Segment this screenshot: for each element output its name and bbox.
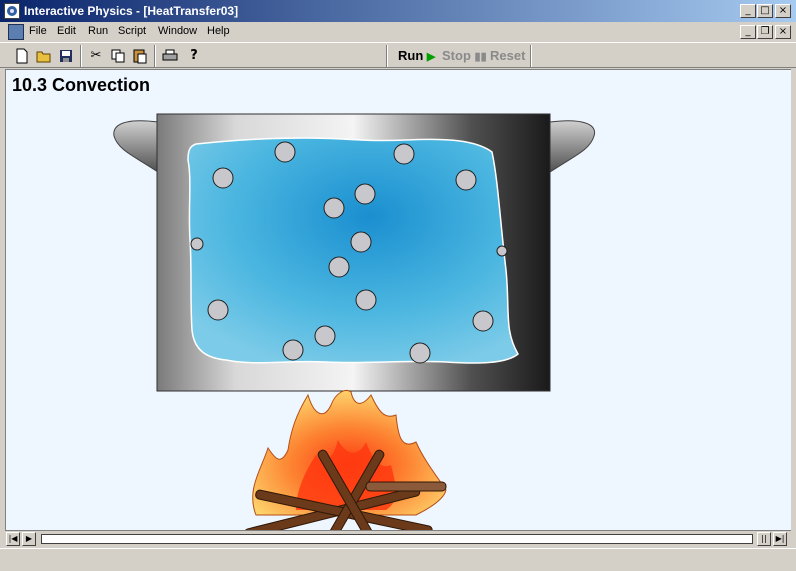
particle <box>328 256 350 278</box>
menu-script[interactable]: Script <box>118 25 146 37</box>
scroll-left-icon[interactable]: ▶ <box>22 532 36 546</box>
minimize-button[interactable]: _ <box>740 4 756 18</box>
campfire <box>244 390 447 530</box>
help-icon[interactable]: ? <box>184 46 204 66</box>
run-label: Run <box>398 48 424 63</box>
menu-help[interactable]: Help <box>207 25 230 37</box>
toolbar-separator <box>386 45 388 67</box>
particle <box>355 289 377 311</box>
stop-label: Stop <box>442 48 471 63</box>
pause-icon: ▮▮ <box>474 51 487 63</box>
play-icon: ▶ <box>426 51 436 63</box>
particle <box>472 310 494 332</box>
doc-restore-button[interactable]: ❐ <box>757 25 773 39</box>
pot-handle-left <box>113 120 159 173</box>
menu-edit[interactable]: Edit <box>57 25 76 37</box>
status-bar <box>0 548 796 571</box>
convection-scene <box>113 113 596 530</box>
particle <box>409 342 431 364</box>
menu-window[interactable]: Window <box>158 25 197 37</box>
particle <box>314 325 336 347</box>
scroll-track[interactable] <box>41 534 753 544</box>
particle <box>282 339 304 361</box>
menu-file[interactable]: File <box>29 25 47 37</box>
simulation-canvas[interactable]: 10.3 Convection <box>5 69 791 530</box>
print-icon[interactable] <box>160 46 180 66</box>
maximize-button[interactable]: □ <box>757 4 773 18</box>
particle <box>207 299 229 321</box>
run-button[interactable]: Run ▶ <box>398 47 435 65</box>
toolbar: ✂ ? Run ▶ Stop ▮▮ Reset <box>0 42 796 68</box>
menu-run[interactable]: Run <box>88 25 108 37</box>
close-button[interactable]: × <box>775 4 791 18</box>
app-icon[interactable] <box>4 3 20 19</box>
particle <box>274 141 296 163</box>
cut-icon[interactable]: ✂ <box>86 46 106 66</box>
window-title: Interactive Physics - [HeatTransfer03] <box>24 4 239 18</box>
particle <box>190 237 204 251</box>
save-icon[interactable] <box>56 46 76 66</box>
reset-button[interactable]: Reset <box>490 47 525 65</box>
particle <box>496 245 508 257</box>
title-bar: Interactive Physics - [HeatTransfer03] _… <box>0 0 796 22</box>
horizontal-scrollbar[interactable]: |◀ ▶ || ▶| <box>5 530 791 547</box>
doc-close-button[interactable]: × <box>775 25 791 39</box>
menu-bar: File Edit Run Script Window Help _ ❐ × <box>0 22 796 42</box>
particle <box>393 143 415 165</box>
toolbar-separator <box>80 45 82 67</box>
toolbar-separator <box>154 45 156 67</box>
scroll-first-icon[interactable]: |◀ <box>6 532 20 546</box>
particle <box>212 167 234 189</box>
reset-label: Reset <box>490 48 526 63</box>
particle <box>350 231 372 253</box>
doc-minimize-button[interactable]: _ <box>740 25 756 39</box>
copy-icon[interactable] <box>108 46 128 66</box>
scroll-pages-icon[interactable]: || <box>757 532 771 546</box>
particle <box>354 183 376 205</box>
particle <box>455 169 477 191</box>
pot-handle-right <box>549 120 596 173</box>
new-file-icon[interactable] <box>12 46 32 66</box>
toolbar-separator <box>530 45 532 67</box>
document-icon[interactable] <box>8 24 24 40</box>
stop-button[interactable]: Stop ▮▮ <box>442 47 487 65</box>
particle <box>323 197 345 219</box>
paste-icon[interactable] <box>130 46 150 66</box>
open-folder-icon[interactable] <box>34 46 54 66</box>
scroll-last-icon[interactable]: ▶| <box>773 532 787 546</box>
